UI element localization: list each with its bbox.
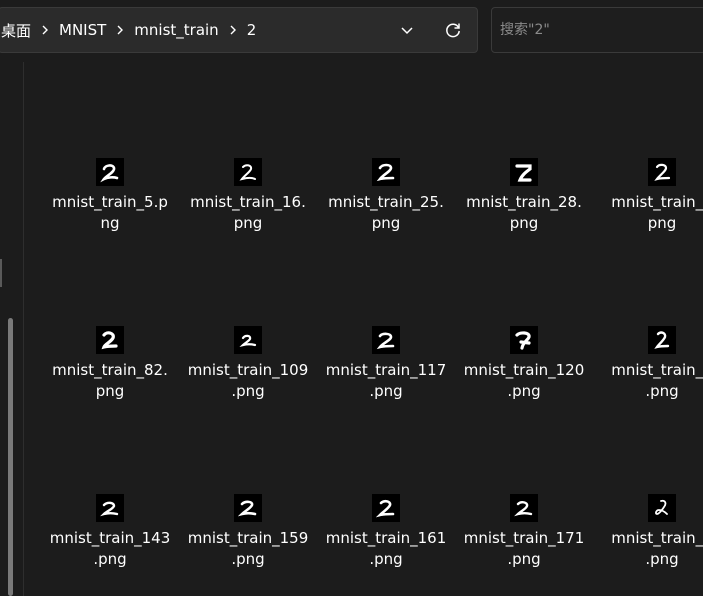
file-item[interactable]: mnist_train_7 png [597,158,703,268]
file-name: mnist_train_1 .png [611,361,703,400]
digit-thumbnail-icon [234,326,262,354]
navigation-scrollbar[interactable] [8,318,13,596]
breadcrumb: 桌面 MNIST mnist_train 2 [0,8,258,52]
breadcrumb-item-2[interactable]: 2 [245,21,259,39]
digit-thumbnail-icon [510,326,538,354]
chevron-right-icon[interactable] [33,8,57,52]
address-dropdown-button[interactable] [393,16,421,44]
file-item[interactable]: mnist_train_25. png [321,158,451,268]
file-item[interactable]: mnist_train_161 .png [321,494,451,596]
file-item[interactable]: mnist_train_159 .png [183,494,313,596]
digit-thumbnail-icon [648,494,676,522]
digit-thumbnail-icon [372,494,400,522]
file-item[interactable]: mnist_train_5.p ng [45,158,175,268]
address-bar[interactable]: 桌面 MNIST mnist_train 2 [0,7,478,53]
file-item[interactable]: mnist_train_28. png [459,158,589,268]
toolbar: 桌面 MNIST mnist_train 2 [0,0,703,62]
file-item[interactable]: mnist_train_143 .png [45,494,175,596]
breadcrumb-item-mnist[interactable]: MNIST [57,21,108,39]
file-grid: mnist_train_5.p ng mnist_train_16. png m… [24,62,703,596]
chevron-right-icon[interactable] [108,8,132,52]
file-item[interactable]: mnist_train_1 .png [597,494,703,596]
breadcrumb-item-desktop[interactable]: 桌面 [0,20,33,41]
chevron-right-icon[interactable] [221,8,245,52]
file-item[interactable]: mnist_train_82. png [45,326,175,436]
digit-thumbnail-icon [372,158,400,186]
file-name: mnist_train_171 .png [463,529,585,568]
file-name: mnist_train_5.p ng [52,193,168,232]
file-item[interactable]: mnist_train_120 .png [459,326,589,436]
digit-thumbnail-icon [234,494,262,522]
file-name: mnist_train_16. png [190,193,306,232]
file-name: mnist_train_143 .png [49,529,171,568]
refresh-icon [446,23,460,38]
file-name: mnist_train_161 .png [325,529,447,568]
refresh-button[interactable] [439,16,467,44]
file-name: mnist_train_120 .png [463,361,585,400]
file-item[interactable]: mnist_train_16. png [183,158,313,268]
chevron-down-icon [401,27,413,35]
breadcrumb-item-mnist-train[interactable]: mnist_train [132,21,220,39]
file-name: mnist_train_82. png [52,361,168,400]
navigation-pane-edge [0,259,2,287]
file-name: mnist_train_1 .png [611,529,703,568]
search-box[interactable] [491,7,703,53]
file-name: mnist_train_28. png [466,193,582,232]
digit-thumbnail-icon [648,158,676,186]
search-input[interactable] [500,8,695,52]
file-item[interactable]: mnist_train_1 .png [597,326,703,436]
digit-thumbnail-icon [96,158,124,186]
file-name: mnist_train_159 .png [187,529,309,568]
file-name: mnist_train_117 .png [325,361,447,400]
file-name: mnist_train_7 png [611,193,703,232]
file-item[interactable]: mnist_train_171 .png [459,494,589,596]
digit-thumbnail-icon [372,326,400,354]
digit-thumbnail-icon [96,326,124,354]
digit-thumbnail-icon [510,494,538,522]
file-item[interactable]: mnist_train_109 .png [183,326,313,436]
digit-thumbnail-icon [648,326,676,354]
file-name: mnist_train_109 .png [187,361,309,400]
file-name: mnist_train_25. png [328,193,444,232]
digit-thumbnail-icon [234,158,262,186]
digit-thumbnail-icon [510,158,538,186]
file-item[interactable]: mnist_train_117 .png [321,326,451,436]
digit-thumbnail-icon [96,494,124,522]
